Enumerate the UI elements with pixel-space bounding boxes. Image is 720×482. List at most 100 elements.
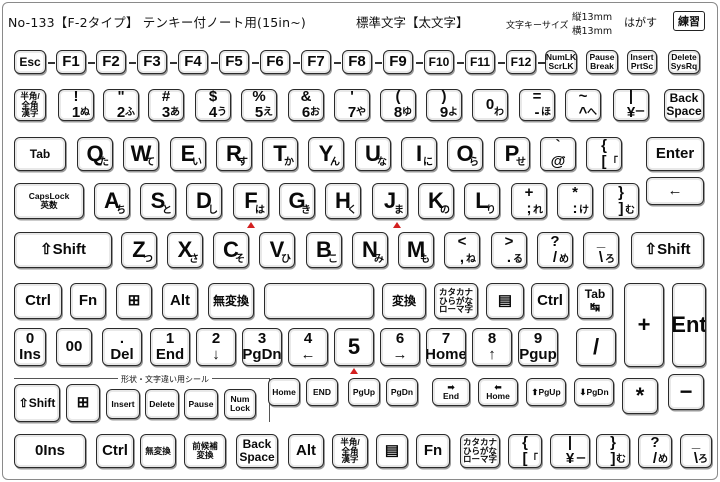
key-n: Nみ <box>352 232 388 268</box>
key-b_muhen: 無変換 <box>140 434 176 468</box>
key-f5: F5 <box>219 50 249 74</box>
key-label: Pause <box>188 398 214 409</box>
key-label: ⇧Shift <box>18 395 56 410</box>
key-delete: Delete SysRq <box>668 50 700 74</box>
key-s_insert: Insert <box>106 389 140 419</box>
key-c: Cそ <box>213 232 249 268</box>
key-kana: あ <box>170 106 180 118</box>
key-k2: " 2ふ <box>103 89 139 121</box>
key-s_delete: Delete <box>145 389 179 419</box>
key-b_ctrl: Ctrl <box>96 434 134 468</box>
key-kana: た <box>99 156 109 168</box>
key-kana: 「 <box>608 156 618 168</box>
key-kana: な <box>377 156 387 168</box>
key-colon: * :け <box>557 183 593 219</box>
key-kana: に <box>423 156 433 168</box>
key-s_shift: ⇧Shift <box>14 384 60 422</box>
key-kana: い <box>192 156 202 168</box>
key-label: PgDn <box>390 386 414 397</box>
key-kana: し <box>208 204 218 216</box>
key-label: 半角/ 全角 漢字 <box>20 90 40 119</box>
sheet-title: No-133【F-2タイプ】 テンキー付ノート用(15in~) <box>8 15 306 30</box>
key-kana: め <box>559 253 569 265</box>
key-l: Lり <box>464 183 500 219</box>
key-label: F3 <box>143 53 161 71</box>
key-n9: 9 Pgup <box>518 328 558 366</box>
key-backspace: Back Space <box>664 89 704 121</box>
separator-dash <box>538 62 545 64</box>
key-label: { [ <box>601 137 607 170</box>
separator-dash <box>48 62 55 64</box>
key-label: ' 7 <box>347 89 357 121</box>
key-label: Ctrl <box>25 292 51 310</box>
key-label: ) 9 <box>439 89 449 121</box>
key-k9: ) 9よ <box>426 89 462 121</box>
key-label: F7 <box>307 53 325 71</box>
key-slash: ? / め <box>537 232 573 268</box>
key-k: Kの <box>418 183 454 219</box>
key-b_brace: { [「 <box>508 434 542 468</box>
key-kminus: = -ほ <box>519 89 555 121</box>
key-kana: む <box>625 204 635 216</box>
key-label: NumLK ScrLK <box>545 52 577 71</box>
key-f10: F10 <box>424 50 454 74</box>
key-p: Pせ <box>494 137 530 171</box>
key-label: ⊞ <box>127 292 141 310</box>
key-label: ⬇PgDn <box>579 386 609 397</box>
key-label: 4 ← <box>300 330 316 363</box>
key-label: Alt <box>170 292 190 310</box>
key-label: 1 End <box>155 330 185 363</box>
key-kana: め <box>658 453 668 465</box>
key-label: ⬅ Home <box>486 382 510 401</box>
separator-dash <box>170 62 177 64</box>
key-label: Ctrl <box>102 442 128 460</box>
key-s: Sと <box>140 183 176 219</box>
key-label: Ent <box>672 312 706 338</box>
key-label: ➡ End <box>442 382 460 401</box>
key-label: _ \ <box>596 233 606 266</box>
key-nminus: − <box>668 374 704 410</box>
key-label: " 2 <box>116 89 126 121</box>
key-label: PgUp <box>352 386 376 397</box>
key-pgdn: PgDn <box>386 378 418 406</box>
key-label: Alt <box>296 442 316 460</box>
key-n4: 4 ← <box>288 328 328 366</box>
key-alt: Alt <box>162 283 198 319</box>
key-ndel: . Del <box>102 328 142 366</box>
key-label: ▤ <box>384 442 400 460</box>
key-win: ⊞ <box>116 283 152 319</box>
key-kana: お <box>310 106 320 118</box>
key-f7: F7 <box>301 50 331 74</box>
key-b_back: Back Space <box>236 434 278 468</box>
key-k5: % 5え <box>241 89 277 121</box>
key-size-label: 文字キーサイズ <box>506 21 569 31</box>
key-label: Delete <box>149 398 175 409</box>
key-label: | ¥ <box>565 434 575 467</box>
key-n6: 6 → <box>380 328 420 366</box>
key-f4: F4 <box>178 50 208 74</box>
key-label: ⊞ <box>76 394 90 412</box>
key-rbrace: } ] む <box>603 183 639 219</box>
key-kana: て <box>145 156 155 168</box>
key-n0: 0 Ins <box>14 328 46 366</box>
key-label: F2 <box>102 53 120 71</box>
key-muhenkan: 無変換 <box>208 283 254 319</box>
key-insert: Insert PrtSc <box>627 50 657 74</box>
key-b_rbrace: } ] む <box>596 434 630 468</box>
key-b_bslash: _ \ ろ <box>680 434 712 468</box>
key-pause: Pause Break <box>586 50 618 74</box>
homing-marker-icon <box>393 222 401 228</box>
key-label: . Del <box>110 330 134 363</box>
key-semi: + ; れ <box>511 183 547 219</box>
key-pgup: PgUp <box>348 378 380 406</box>
key-period: > .る <box>491 232 527 268</box>
key-label: END <box>313 386 331 397</box>
key-label: Insert PrtSc <box>630 52 654 71</box>
key-s_numlock: Num Lock <box>224 389 256 419</box>
key-f: Fは <box>233 183 269 219</box>
key-s_pause: Pause <box>184 389 218 419</box>
key-j: Jま <box>372 183 408 219</box>
key-nplus: + <box>624 283 664 367</box>
key-kana: さ <box>189 253 199 265</box>
key-z: Zつ <box>121 232 157 268</box>
